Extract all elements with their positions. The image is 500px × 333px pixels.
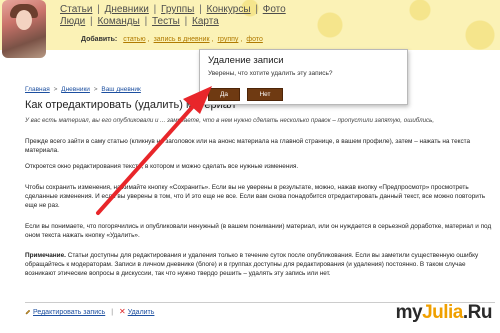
breadcrumb-separator: > (93, 86, 98, 93)
nav-tests[interactable]: Тесты (152, 16, 180, 27)
site-header: Статьи | Дневники | Группы | Конкурсы | … (0, 0, 500, 58)
note-label: Примечание. (25, 252, 66, 259)
add-separator: , (240, 36, 243, 43)
main-nav-row-2: Люди | Команды | Тесты | Карта (60, 16, 219, 27)
nav-photos[interactable]: Фото (263, 4, 286, 15)
delete-entry-link[interactable]: Удалить (128, 309, 155, 316)
watermark-accent: Julia (422, 302, 463, 323)
add-photo-link[interactable]: фото (246, 36, 263, 43)
watermark-suffix: .Ru (462, 302, 493, 323)
breadcrumb-diaries[interactable]: Дневники (61, 86, 90, 93)
main-nav-row-1: Статьи | Дневники | Группы | Конкурсы | … (60, 4, 286, 15)
nav-diaries[interactable]: Дневники (105, 4, 149, 15)
paragraph-2: Откроется окно редактирования текста, в … (25, 163, 299, 170)
nav-separator: | (199, 4, 202, 15)
paragraph-4: Если вы понимаете, что погорячились и оп… (25, 223, 492, 239)
avatar[interactable] (2, 0, 46, 58)
delete-confirm-dialog: Удаление записи Уверены, что хотите удал… (199, 49, 408, 105)
site-watermark: myJulia.Ru (395, 302, 493, 324)
dialog-title: Удаление записи (208, 55, 284, 66)
paragraph-3: Чтобы сохранить изменения, нажимайте кно… (25, 184, 486, 209)
red-x-icon: ✕ (118, 307, 126, 316)
paragraph-1: Прежде всего зайти в саму статью (кликну… (25, 138, 471, 154)
paragraph-note: Примечание. Статьи доступны для редактир… (25, 251, 495, 296)
confirm-no-button[interactable]: Нет (247, 88, 283, 101)
breadcrumb-home[interactable]: Главная (25, 86, 50, 93)
actions-separator: | (111, 309, 114, 316)
nav-separator: | (90, 16, 93, 27)
add-diary-entry-link[interactable]: запись в дневник (154, 36, 210, 43)
nav-separator: | (97, 4, 100, 15)
nav-articles[interactable]: Статьи (60, 4, 92, 15)
add-separator: , (211, 36, 214, 43)
breadcrumb-separator: > (53, 86, 58, 93)
dialog-message: Уверены, что хотите удалить эту запись? (208, 70, 333, 77)
confirm-yes-button[interactable]: Да (208, 88, 240, 101)
avatar-face (16, 10, 32, 30)
add-group-link[interactable]: группу (217, 36, 238, 43)
note-text: Статьи доступны для редактирования и уда… (25, 252, 479, 277)
nav-people[interactable]: Люди (60, 16, 85, 27)
add-separator: , (147, 36, 150, 43)
nav-contests[interactable]: Конкурсы (207, 4, 251, 15)
add-label: Добавить: (81, 36, 118, 43)
nav-separator: | (144, 16, 148, 27)
entry-actions: Редактировать запись | ✕ Удалить (25, 307, 154, 316)
edit-entry-link[interactable]: Редактировать запись (33, 309, 105, 316)
nav-map[interactable]: Карта (192, 16, 219, 27)
nav-separator: | (153, 4, 157, 15)
breadcrumb: Главная > Дневники > Ваш дневник (25, 86, 141, 93)
nav-groups[interactable]: Группы (161, 4, 194, 15)
nav-teams[interactable]: Команды (97, 16, 139, 27)
pencil-icon (25, 309, 31, 315)
lead-text: У вас есть материал, вы его опубликовали… (25, 117, 435, 124)
add-content-bar: Добавить: статью, запись в дневник, груп… (81, 36, 263, 43)
watermark-prefix: my (395, 302, 423, 323)
breadcrumb-your-diary[interactable]: Ваш дневник (101, 86, 141, 93)
nav-separator: | (184, 16, 188, 27)
nav-separator: | (255, 4, 258, 15)
add-article-link[interactable]: статью (123, 36, 145, 43)
